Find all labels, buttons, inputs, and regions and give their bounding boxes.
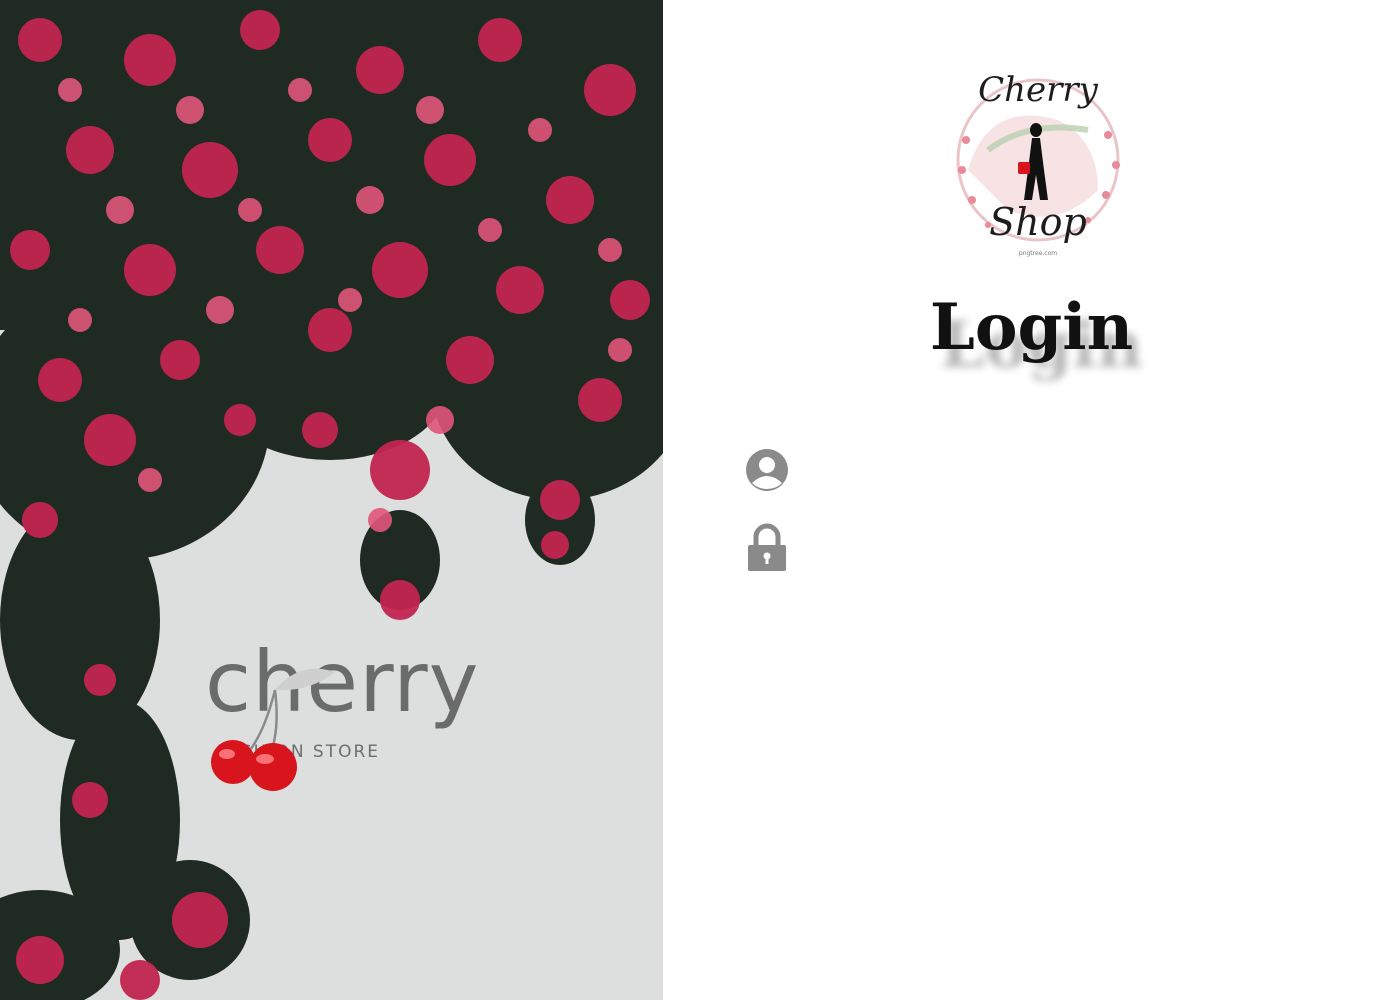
cherry-icon [211,668,335,791]
shop-logo-text-bottom: Shop [989,200,1087,244]
page-title: Login [929,290,1134,365]
password-row [745,523,1305,571]
username-field[interactable] [803,449,1305,491]
login-panel: Cherry Shop pngtree.com Login [663,0,1400,1000]
hero-floral-panel: cherry FASHION STORE [0,0,663,1000]
username-row [745,446,1305,494]
cherry-fashion-store-logo: cherry FASHION STORE [205,640,545,800]
password-field[interactable] [803,526,1305,568]
login-page: cherry FASHION STORE Cherry Shop pngtree… [0,0,1400,1000]
cherry-shop-logo: Cherry Shop pngtree.com [948,60,1128,260]
floral-background-image [0,0,663,1000]
lock-icon [745,523,789,571]
user-circle-icon [745,446,789,494]
shop-logo-credit: pngtree.com [1018,250,1058,257]
shop-logo-text-top: Cherry [978,70,1098,110]
